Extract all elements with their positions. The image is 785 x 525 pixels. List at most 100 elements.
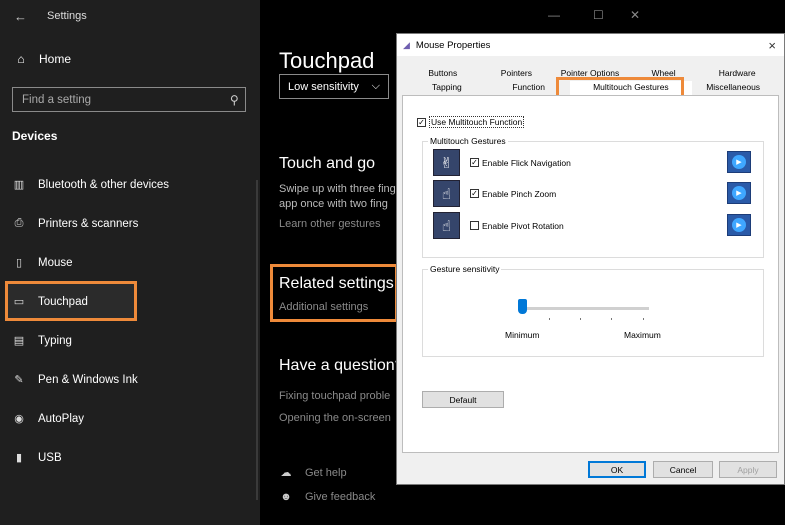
sidebar-item-printers[interactable]: ⎙ Printers & scanners bbox=[12, 217, 139, 230]
sidebar-item-label: AutoPlay bbox=[38, 412, 85, 425]
multitouch-panel: ✓ Use Multitouch Function Multitouch Ges… bbox=[402, 95, 779, 453]
sensitivity-select[interactable]: Low sensitivity ⌵ bbox=[279, 74, 389, 99]
multitouch-gestures-group: Multitouch Gestures ✌ ✓ Enable Flick Nav… bbox=[422, 136, 764, 258]
maximize-icon[interactable]: ☐ bbox=[593, 8, 604, 22]
touch-and-go-heading: Touch and go bbox=[279, 155, 376, 172]
get-help-link[interactable]: ☁ Get help bbox=[279, 466, 347, 480]
slider-tick bbox=[549, 318, 550, 320]
touch-and-go-desc-1: Swipe up with three fing bbox=[279, 183, 396, 195]
slider-max-label: Maximum bbox=[624, 330, 661, 340]
pinch-checkbox[interactable]: ✓ bbox=[470, 189, 479, 198]
printer-icon: ⎙ bbox=[14, 217, 24, 229]
get-help-label: Get help bbox=[305, 466, 347, 479]
pen-icon: ✎ bbox=[14, 374, 24, 386]
sidebar-item-label: Mouse bbox=[38, 256, 73, 269]
sidebar-item-pen[interactable]: ✎ Pen & Windows Ink bbox=[12, 373, 138, 387]
feedback-icon: ☻ bbox=[280, 491, 292, 503]
slider-tick bbox=[643, 318, 644, 320]
learn-gestures-link[interactable]: Learn other gestures bbox=[279, 218, 381, 230]
related-settings-highlight-box bbox=[270, 264, 398, 322]
sidebar-item-label: Touchpad bbox=[38, 295, 88, 308]
sidebar-item-label: Pen & Windows Ink bbox=[38, 373, 138, 386]
pinch-label: Enable Pinch Zoom bbox=[482, 188, 557, 199]
play-video-icon[interactable]: ▶ bbox=[727, 214, 751, 236]
tab-hardware[interactable]: Hardware bbox=[700, 67, 774, 81]
slider-min-label: Minimum bbox=[505, 330, 540, 340]
sensitivity-slider-track[interactable] bbox=[523, 307, 649, 310]
sensitivity-slider-thumb[interactable] bbox=[518, 299, 527, 314]
fixing-touchpad-link[interactable]: Fixing touchpad proble bbox=[279, 390, 390, 402]
section-devices: Devices bbox=[12, 129, 58, 143]
mouse-icon: ▯ bbox=[15, 257, 23, 269]
settings-titlebar: ← Settings bbox=[0, 0, 260, 32]
close-icon[interactable]: ✕ bbox=[630, 8, 640, 22]
help-chat-icon: ☁ bbox=[280, 467, 292, 479]
additional-settings-link[interactable]: Additional settings bbox=[279, 301, 368, 313]
sidebar-item-mouse[interactable]: ▯ Mouse bbox=[12, 256, 73, 270]
usb-icon: ▮ bbox=[15, 452, 23, 464]
sidebar-scrollbar[interactable] bbox=[256, 180, 258, 500]
sidebar-item-label: Typing bbox=[38, 334, 72, 347]
group-title: Multitouch Gestures bbox=[428, 136, 508, 146]
play-video-icon[interactable]: ▶ bbox=[727, 151, 751, 173]
pivot-label: Enable Pivot Rotation bbox=[482, 220, 564, 231]
ok-button[interactable]: OK bbox=[588, 461, 646, 478]
use-multitouch-checkbox[interactable]: ✓ Use Multitouch Function bbox=[417, 116, 525, 128]
search-placeholder: Find a setting bbox=[22, 93, 92, 106]
page-title: Touchpad bbox=[279, 48, 375, 73]
sidebar-item-label: USB bbox=[38, 451, 62, 464]
related-settings-heading: Related settings bbox=[279, 275, 394, 292]
arrow-left-icon[interactable]: ← bbox=[14, 9, 27, 24]
settings-sidebar: ← Settings ⌂ Home Find a setting ⚲ Devic… bbox=[0, 0, 260, 525]
sidebar-item-autoplay[interactable]: ◉ AutoPlay bbox=[12, 412, 85, 426]
home-icon: ⌂ bbox=[17, 52, 25, 66]
sidebar-item-label: Bluetooth & other devices bbox=[38, 178, 170, 191]
settings-search-input[interactable]: Find a setting ⚲ bbox=[12, 87, 246, 112]
use-multitouch-label: Use Multitouch Function bbox=[429, 116, 525, 128]
search-icon[interactable]: ⚲ bbox=[230, 93, 239, 107]
flick-checkbox[interactable]: ✓ bbox=[470, 158, 479, 167]
sidebar-item-typing[interactable]: ▤ Typing bbox=[12, 334, 72, 348]
minimize-icon[interactable]: — bbox=[548, 8, 560, 22]
chevron-down-icon: ⌵ bbox=[371, 80, 380, 92]
sidebar-item-bluetooth[interactable]: ▥ Bluetooth & other devices bbox=[12, 178, 170, 192]
sidebar-item-touchpad[interactable]: ▭ Touchpad bbox=[12, 295, 88, 309]
tab-buttons[interactable]: Buttons bbox=[406, 67, 480, 81]
pivot-hand-icon: ☝ bbox=[433, 212, 460, 239]
group-title: Gesture sensitivity bbox=[428, 264, 502, 274]
mouse-properties-dialog: ◢ Mouse Properties × Buttons Pointers Po… bbox=[396, 33, 785, 485]
dialog-title: Mouse Properties bbox=[415, 39, 491, 51]
give-feedback-link[interactable]: ☻ Give feedback bbox=[279, 491, 375, 503]
sensitivity-value: Low sensitivity bbox=[288, 80, 359, 93]
tab-tapping[interactable]: Tapping bbox=[406, 81, 488, 95]
sidebar-item-label: Printers & scanners bbox=[38, 217, 139, 230]
nav-home-label: Home bbox=[39, 52, 72, 66]
question-heading: Have a question? bbox=[279, 357, 404, 374]
touchpad-icon: ▭ bbox=[13, 296, 25, 308]
pivot-checkbox[interactable] bbox=[470, 221, 479, 230]
close-icon[interactable]: × bbox=[768, 38, 776, 53]
dialog-titlebar: ◢ Mouse Properties × bbox=[397, 34, 784, 56]
gesture-flick-row: ✌ ✓ Enable Flick Navigation bbox=[433, 149, 571, 176]
apply-button[interactable]: Apply bbox=[719, 461, 777, 478]
give-feedback-label: Give feedback bbox=[305, 491, 376, 503]
checkbox-checked[interactable]: ✓ bbox=[417, 117, 426, 127]
gesture-pinch-row: ☝ ✓ Enable Pinch Zoom bbox=[433, 180, 556, 207]
slider-tick bbox=[580, 318, 581, 320]
tab-miscellaneous[interactable]: Miscellaneous bbox=[692, 81, 774, 95]
default-button[interactable]: Default bbox=[422, 391, 504, 408]
gesture-sensitivity-group: Gesture sensitivity Minimum Maximum bbox=[422, 264, 764, 357]
tab-pointers[interactable]: Pointers bbox=[480, 67, 554, 81]
slider-tick bbox=[611, 318, 612, 320]
bluetooth-icon: ▥ bbox=[13, 179, 25, 191]
touch-and-go-desc-2: app once with two fing bbox=[279, 198, 388, 210]
on-screen-link[interactable]: Opening the on-screen bbox=[279, 412, 391, 424]
pinch-hand-icon: ☝ bbox=[433, 180, 460, 207]
sidebar-item-usb[interactable]: ▮ USB bbox=[12, 451, 62, 465]
flick-label: Enable Flick Navigation bbox=[482, 157, 571, 168]
autoplay-icon: ◉ bbox=[14, 413, 24, 425]
cancel-button[interactable]: Cancel bbox=[653, 461, 713, 478]
settings-app-title: Settings bbox=[47, 10, 87, 22]
nav-home[interactable]: ⌂ Home bbox=[14, 52, 71, 66]
play-video-icon[interactable]: ▶ bbox=[727, 182, 751, 204]
